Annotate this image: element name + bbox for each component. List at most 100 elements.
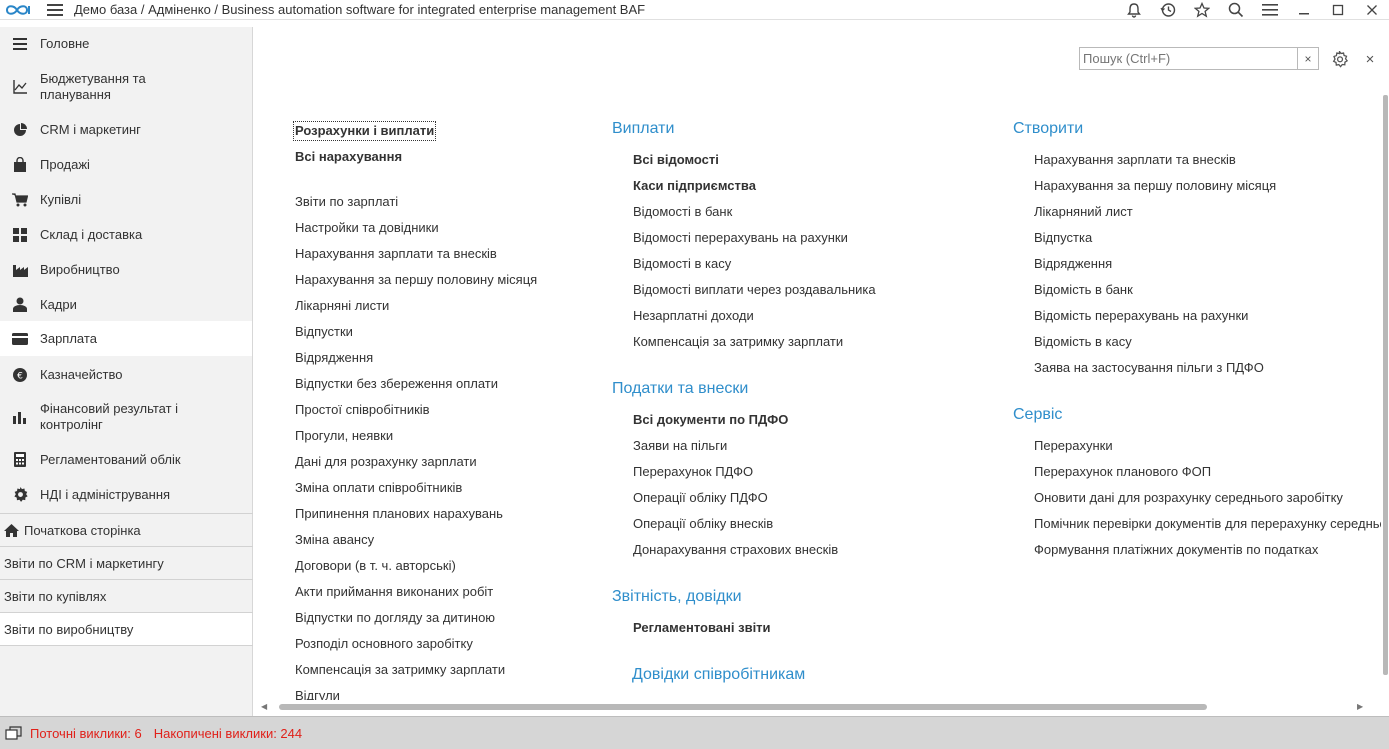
link-create-cash-statement[interactable]: Відомість в касу bbox=[1034, 334, 1132, 350]
link-all-accruals[interactable]: Всі нарахування bbox=[295, 149, 402, 165]
group-title-service: Сервіс bbox=[1013, 406, 1063, 423]
link-salary-calc-data[interactable]: Дані для розрахунку зарплати bbox=[295, 454, 477, 470]
vertical-scroll-thumb[interactable] bbox=[1383, 95, 1388, 675]
link-settlements-payments[interactable]: Розрахунки і виплати bbox=[292, 121, 437, 141]
sidebar-item-treasury[interactable]: € Казначейство bbox=[0, 358, 252, 391]
search-input[interactable] bbox=[1080, 48, 1297, 69]
window-close-icon[interactable] bbox=[1355, 0, 1389, 20]
windows-icon[interactable] bbox=[2, 721, 26, 745]
search-clear-button[interactable]: × bbox=[1297, 48, 1318, 69]
group-title-employee-certificates[interactable]: Довідки співробітникам bbox=[632, 666, 805, 684]
link-create-transfer-statement[interactable]: Відомість перерахувань на рахунки bbox=[1034, 308, 1248, 324]
sidebar-link-label: Звіти по виробництву bbox=[4, 621, 134, 637]
app-logo-icon[interactable] bbox=[0, 0, 40, 20]
sidebar-item-crm[interactable]: CRM і маркетинг bbox=[0, 113, 252, 146]
sidebar-item-warehouse[interactable]: Склад і доставка bbox=[0, 218, 252, 251]
sidebar-link-crm-reports[interactable]: Звіти по CRM і маркетингу bbox=[0, 547, 252, 579]
sidebar-item-sales[interactable]: Продажі bbox=[0, 148, 252, 181]
link-salary-reports[interactable]: Звіти по зарплаті bbox=[295, 194, 398, 210]
sidebar-item-salary[interactable]: Зарплата bbox=[0, 321, 252, 356]
link-unpaid-vacations[interactable]: Відпустки без збереження оплати bbox=[295, 376, 498, 392]
star-icon[interactable] bbox=[1185, 0, 1219, 20]
link-create-benefit-application[interactable]: Заява на застосування пільги з ПДФО bbox=[1034, 360, 1264, 376]
link-time-off[interactable]: Відгули bbox=[295, 688, 340, 700]
link-planned-fop-recalc[interactable]: Перерахунок планового ФОП bbox=[1034, 464, 1211, 480]
link-document-check-assistant[interactable]: Помічник перевірки документів для перера… bbox=[1034, 516, 1381, 532]
link-pdfo-recalc[interactable]: Перерахунок ПДФО bbox=[633, 464, 753, 480]
link-tax-payment-docs[interactable]: Формування платіжних документів по подат… bbox=[1034, 542, 1318, 558]
link-vacations[interactable]: Відпустки bbox=[295, 324, 353, 340]
scroll-right-arrow-icon[interactable]: ▶ bbox=[1357, 702, 1363, 711]
link-benefit-applications[interactable]: Заяви на пільги bbox=[633, 438, 727, 454]
link-create-salary-accrual[interactable]: Нарахування зарплати та внесків bbox=[1034, 152, 1236, 168]
link-absences[interactable]: Прогули, неявки bbox=[295, 428, 393, 444]
sidebar-link-home[interactable]: Початкова сторінка bbox=[0, 514, 252, 546]
link-sick-leaves[interactable]: Лікарняні листи bbox=[295, 298, 389, 314]
sidebar-item-nsi-admin[interactable]: НДІ і адміністрування bbox=[0, 478, 252, 511]
link-bank-statements[interactable]: Відомості в банк bbox=[633, 204, 732, 220]
minimize-icon[interactable] bbox=[1287, 0, 1321, 20]
link-update-average-earnings[interactable]: Оновити дані для розрахунку середнього з… bbox=[1034, 490, 1343, 506]
bell-icon[interactable] bbox=[1117, 0, 1151, 20]
link-salary-accrual[interactable]: Нарахування зарплати та внесків bbox=[295, 246, 497, 262]
link-create-first-half[interactable]: Нарахування за першу половину місяця bbox=[1034, 178, 1276, 194]
sidebar-item-financial-result[interactable]: Фінансовий результат і контролінг bbox=[0, 395, 252, 439]
settings-gear-icon[interactable] bbox=[1328, 48, 1350, 70]
sidebar-item-regulated-accounting[interactable]: Регламентований облік bbox=[0, 443, 252, 476]
link-contracts[interactable]: Договори (в т. ч. авторські) bbox=[295, 558, 456, 574]
sidebar-item-production[interactable]: Виробництво bbox=[0, 253, 252, 286]
link-create-sick-leave[interactable]: Лікарняний лист bbox=[1034, 204, 1133, 220]
link-recalculations[interactable]: Перерахунки bbox=[1034, 438, 1113, 454]
link-pay-change[interactable]: Зміна оплати співробітників bbox=[295, 480, 462, 496]
link-delay-compensation-2[interactable]: Компенсація за затримку зарплати bbox=[633, 334, 843, 350]
link-distributor-statements[interactable]: Відомості виплати через роздавальника bbox=[633, 282, 876, 298]
link-create-vacation[interactable]: Відпустка bbox=[1034, 230, 1092, 246]
more-icon[interactable] bbox=[1253, 0, 1287, 20]
search-icon[interactable] bbox=[1219, 0, 1253, 20]
link-settings-directories[interactable]: Настройки та довідники bbox=[295, 220, 439, 236]
sidebar-item-label: Купівлі bbox=[40, 191, 82, 207]
link-transfer-statements[interactable]: Відомості перерахувань на рахунки bbox=[633, 230, 848, 246]
link-additional-contributions[interactable]: Донарахування страхових внесків bbox=[633, 542, 838, 558]
link-non-salary-income[interactable]: Незарплатні доходи bbox=[633, 308, 754, 324]
horizontal-scroll-thumb[interactable] bbox=[279, 704, 1207, 710]
link-employee-downtime[interactable]: Простої співробітників bbox=[295, 402, 430, 418]
group-title-create: Створити bbox=[1013, 120, 1084, 137]
sidebar-item-budgeting[interactable]: Бюджетування та планування bbox=[0, 65, 252, 109]
link-cash-desks[interactable]: Каси підприємства bbox=[633, 178, 756, 194]
list-icon bbox=[0, 37, 40, 50]
sidebar-item-main[interactable]: Головне bbox=[0, 27, 252, 60]
link-pdfo-operations[interactable]: Операції обліку ПДФО bbox=[633, 490, 768, 506]
panel-close-button[interactable]: × bbox=[1359, 48, 1381, 70]
link-delay-compensation[interactable]: Компенсація за затримку зарплати bbox=[295, 662, 505, 678]
sidebar-item-purchases[interactable]: Купівлі bbox=[0, 183, 252, 216]
scroll-left-arrow-icon[interactable]: ◀ bbox=[261, 702, 267, 711]
sidebar-link-production-reports[interactable]: Звіти по виробництву bbox=[0, 613, 252, 645]
link-advance-change[interactable]: Зміна авансу bbox=[295, 532, 374, 548]
link-regulated-reports[interactable]: Регламентовані звіти bbox=[633, 620, 771, 636]
cart-icon bbox=[0, 192, 40, 207]
sidebar-item-hr[interactable]: Кадри bbox=[0, 288, 252, 321]
main-menu-icon[interactable] bbox=[40, 0, 70, 20]
link-all-statements[interactable]: Всі відомості bbox=[633, 152, 719, 168]
link-first-half-accrual[interactable]: Нарахування за першу половину місяця bbox=[295, 272, 537, 288]
history-icon[interactable] bbox=[1151, 0, 1185, 20]
current-calls-counter: Поточні виклики: 6 bbox=[30, 725, 142, 741]
person-icon bbox=[0, 297, 40, 312]
link-create-bank-statement[interactable]: Відомість в банк bbox=[1034, 282, 1133, 298]
sidebar-link-purchase-reports[interactable]: Звіти по купівлях bbox=[0, 580, 252, 612]
link-contribution-operations[interactable]: Операції обліку внесків bbox=[633, 516, 773, 532]
link-all-pdfo-docs[interactable]: Всі документи по ПДФО bbox=[633, 412, 788, 428]
sidebar-item-label: Регламентований облік bbox=[40, 451, 181, 467]
maximize-icon[interactable] bbox=[1321, 0, 1355, 20]
vertical-scrollbar[interactable] bbox=[1381, 95, 1389, 707]
link-stop-planned-accruals[interactable]: Припинення планових нарахувань bbox=[295, 506, 503, 522]
sidebar-item-label: Фінансовий результат і контролінг bbox=[40, 401, 179, 432]
link-earnings-distribution[interactable]: Розподіл основного заробітку bbox=[295, 636, 473, 652]
link-create-business-trip[interactable]: Відрядження bbox=[1034, 256, 1112, 272]
link-cash-statements[interactable]: Відомості в касу bbox=[633, 256, 731, 272]
horizontal-scrollbar[interactable]: ◀ ▶ bbox=[253, 702, 1381, 712]
link-business-trips[interactable]: Відрядження bbox=[295, 350, 373, 366]
link-acceptance-acts[interactable]: Акти приймання виконаних робіт bbox=[295, 584, 493, 600]
link-childcare-leave[interactable]: Відпустки по догляду за дитиною bbox=[295, 610, 495, 626]
